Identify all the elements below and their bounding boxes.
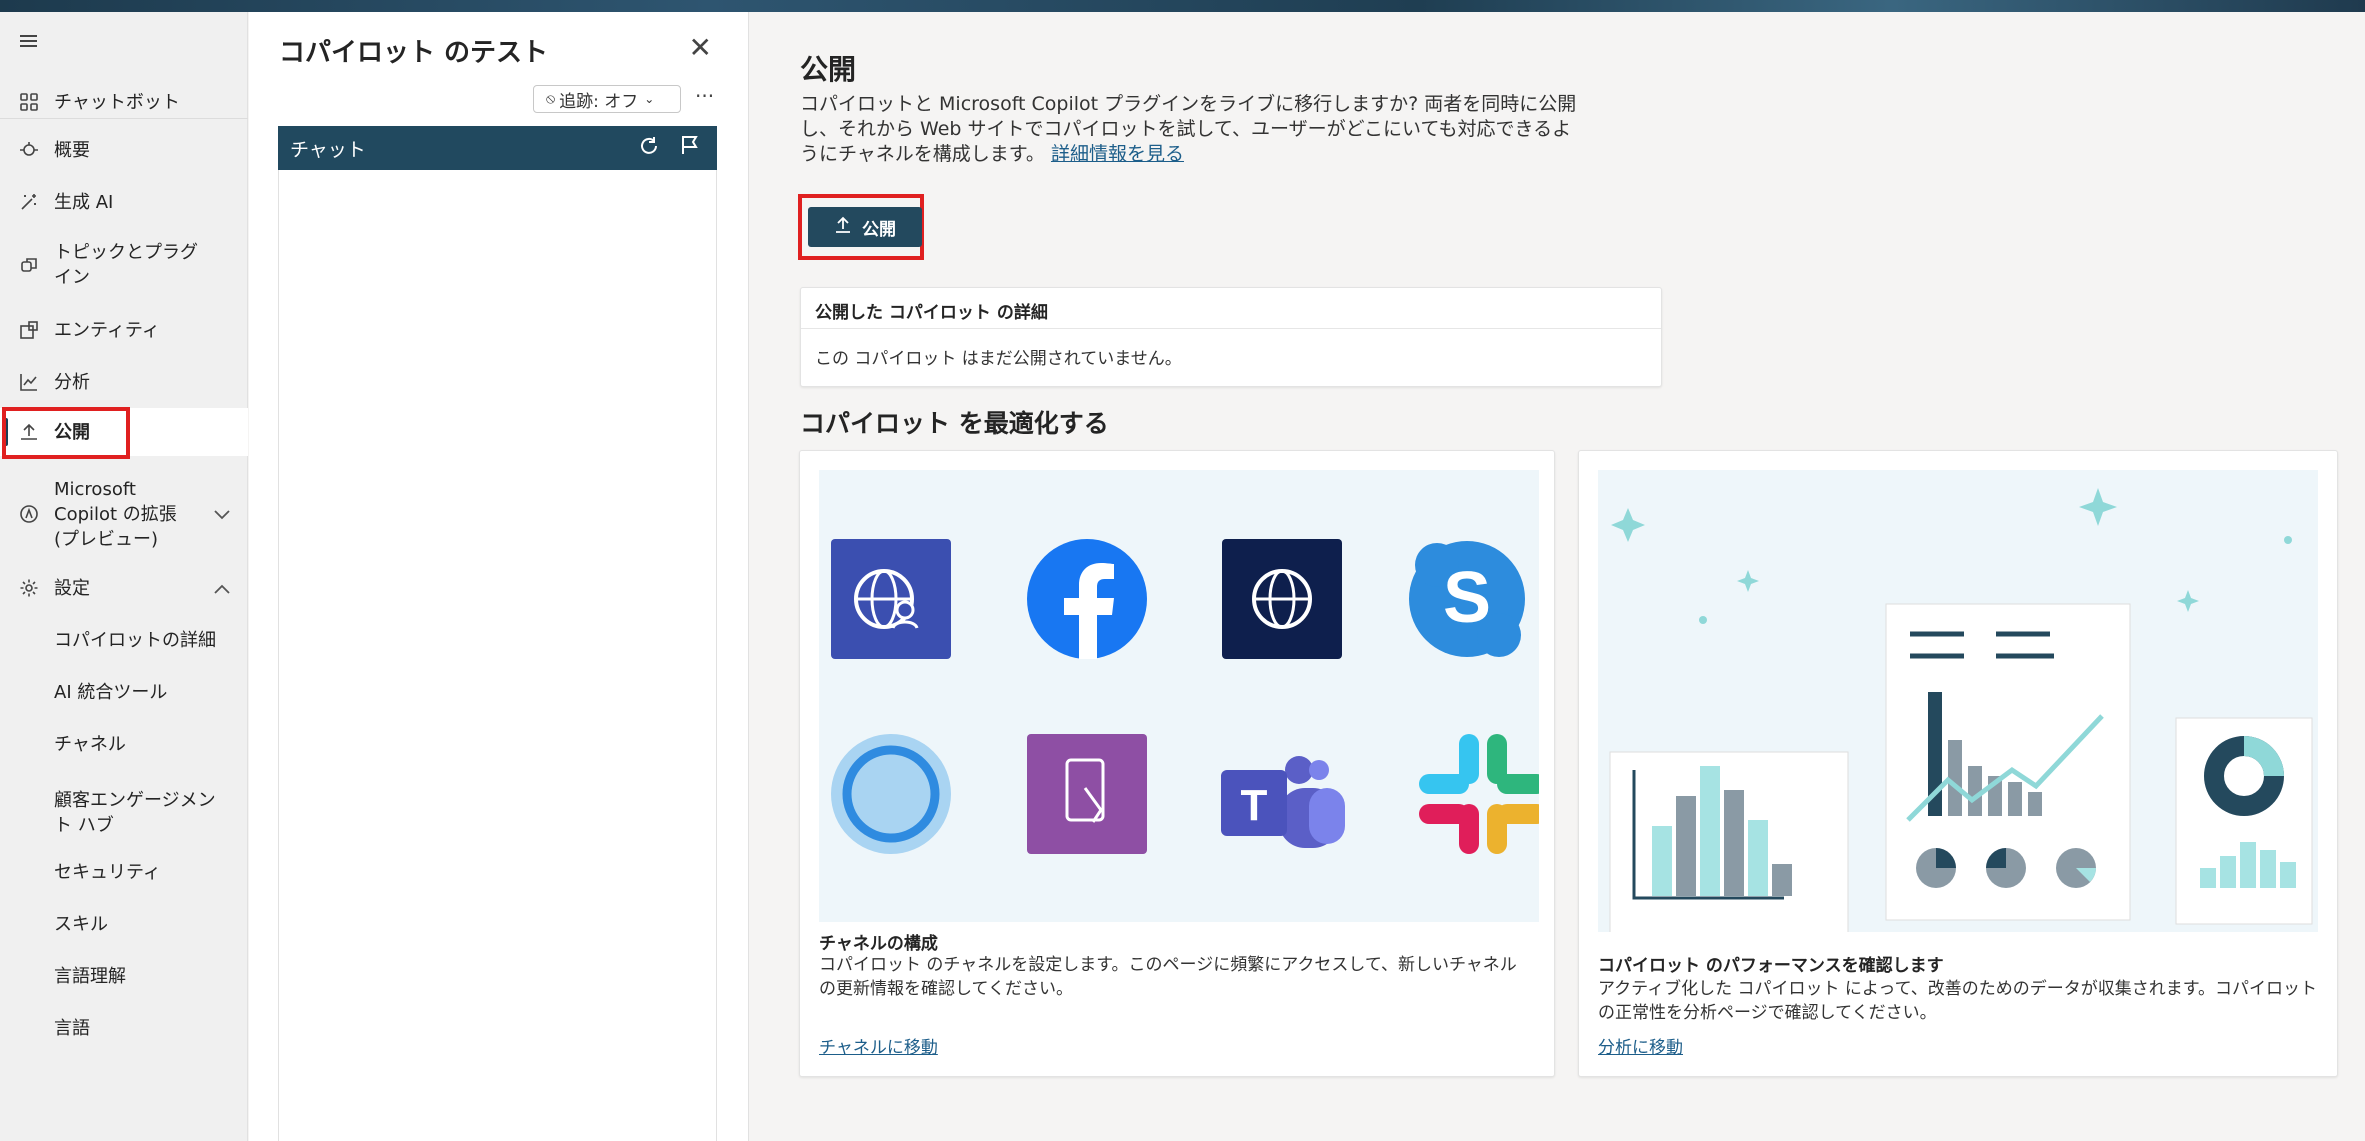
hamburger-menu-icon[interactable]: [20, 32, 40, 50]
entity-icon: [18, 319, 40, 341]
nav-item-generative-ai[interactable]: 生成 AI: [0, 178, 248, 226]
panel-title: コパイロット のテスト: [279, 38, 549, 68]
details-title: 公開した コパイロット の詳細: [815, 303, 1048, 323]
flag-icon[interactable]: [679, 134, 701, 162]
analytics-card: コパイロット のパフォーマンスを確認します アクティブ化した コパイロット によ…: [1578, 450, 2338, 1077]
chat-area[interactable]: [278, 170, 717, 1141]
donut-card: [2175, 717, 2313, 925]
nav-label: 概要: [54, 139, 90, 161]
nav-item-overview[interactable]: 概要: [0, 126, 248, 174]
nav-label: 設定: [54, 577, 90, 599]
close-icon[interactable]: ✕: [689, 34, 712, 62]
tracking-label: 追跡: オフ: [559, 91, 639, 112]
svg-text:T: T: [1241, 781, 1268, 830]
tracking-toggle[interactable]: ⦸ 追跡: オフ ⌄: [533, 85, 681, 113]
nav-item-analytics[interactable]: 分析: [0, 358, 248, 406]
svg-text:S: S: [1443, 558, 1491, 638]
description-text: コパイロットと Microsoft Copilot プラグインをライブに移行しま…: [800, 93, 1577, 165]
nav-label: 生成 AI: [54, 191, 114, 213]
nav-subitem-ai-tools[interactable]: AI 統合ツール: [0, 668, 248, 716]
nav-label: コパイロットの詳細: [54, 629, 216, 651]
upload-icon: [834, 216, 852, 239]
nav-item-topics-plugins[interactable]: トピックとプラグイン: [0, 234, 248, 296]
highlight-box-nav-publish: [2, 407, 130, 459]
facebook-icon: [1027, 539, 1147, 659]
bar-chart-card: [1609, 751, 1849, 932]
nav-subitem-engagement-hub[interactable]: 顧客エンゲージメント ハブ: [0, 782, 248, 844]
skype-icon: S: [1409, 541, 1525, 657]
magic-wand-icon: [18, 191, 40, 213]
card-description: コパイロット のチャネルを設定します。このページに頻繁にアクセスして、新しいチャ…: [819, 955, 1517, 999]
report-card: [1885, 603, 2131, 921]
nav-subitem-skills[interactable]: スキル: [0, 900, 248, 948]
refresh-icon[interactable]: [637, 134, 661, 164]
nav-label: スキル: [54, 913, 108, 935]
nav-label: AI 統合ツール: [54, 681, 168, 703]
top-banner: [0, 0, 2365, 12]
teams-icon: T: [1221, 756, 1345, 848]
website-icon: [831, 539, 951, 659]
nav-subitem-channels[interactable]: チャネル: [0, 720, 248, 768]
main-content: 公開 コパイロットと Microsoft Copilot プラグインをライブに移…: [750, 12, 2365, 1141]
nav-label: 言語理解: [54, 965, 126, 987]
divider: [801, 328, 1661, 329]
mobile-app-icon: [1027, 734, 1147, 854]
analytics-illustration: [1598, 470, 2318, 932]
card-title: チャネルの構成: [819, 934, 938, 954]
nav-label: 顧客エンゲージメント ハブ: [54, 790, 216, 836]
blocked-icon: ⦸: [546, 91, 556, 107]
chevron-down-icon[interactable]: [214, 504, 230, 525]
go-to-analytics-link[interactable]: 分析に移動: [1598, 1033, 1683, 1058]
gear-icon: [18, 577, 40, 599]
more-options-icon[interactable]: ···: [695, 84, 714, 108]
nav-item-copilot-extension[interactable]: Microsoft Copilot の拡張 (プレビュー): [0, 472, 248, 556]
publish-button-label: 公開: [862, 219, 896, 240]
optimize-title: コパイロット を最適化する: [800, 409, 1109, 438]
nav-label: Microsoft Copilot の拡張 (プレビュー): [54, 478, 177, 550]
nav-item-entities[interactable]: エンティティ: [0, 306, 248, 354]
left-nav: チャットボット 概要 生成 AI トピックとプラグイン エンティティ 分析 公開…: [0, 12, 248, 1141]
learn-more-link[interactable]: 詳細情報を見る: [1051, 143, 1184, 165]
page-title: 公開: [800, 53, 857, 86]
card-title: コパイロット のパフォーマンスを確認します: [1598, 956, 1944, 976]
channels-illustration: S T: [819, 470, 1539, 922]
nav-label: セキュリティ: [54, 861, 161, 883]
test-copilot-panel: コパイロット のテスト ✕ ⦸ 追跡: オフ ⌄ ··· チャット: [249, 12, 749, 1141]
card-description: アクティブ化した コパイロット によって、改善のためのデータが収集されます。コパ…: [1598, 979, 2318, 1023]
chart-icon: [18, 371, 40, 393]
cortana-icon: [831, 734, 951, 854]
nav-subitem-language[interactable]: 言語: [0, 1004, 248, 1052]
nav-label: 言語: [54, 1017, 90, 1039]
nav-label: エンティティ: [54, 319, 160, 341]
chevron-up-icon[interactable]: [214, 578, 230, 599]
chat-label: チャット: [290, 138, 366, 161]
page-description: コパイロットと Microsoft Copilot プラグインをライブに移行しま…: [800, 92, 1580, 167]
overview-icon: [18, 139, 40, 161]
chevron-down-icon: ⌄: [644, 92, 655, 106]
web-globe-icon: [1222, 539, 1342, 659]
slack-icon: [1419, 734, 1539, 854]
topics-icon: [18, 254, 40, 276]
nav-divider: [0, 118, 248, 119]
publish-button[interactable]: 公開: [808, 207, 922, 247]
published-details-card: 公開した コパイロット の詳細 この コパイロット はまだ公開されていません。: [800, 287, 1662, 387]
details-text: この コパイロット はまだ公開されていません。: [815, 349, 1182, 369]
nav-item-settings[interactable]: 設定: [0, 564, 248, 612]
nav-subitem-language-understanding[interactable]: 言語理解: [0, 952, 248, 1000]
nav-subitem-copilot-details[interactable]: コパイロットの詳細: [0, 616, 248, 664]
nav-label: チャットボット: [54, 91, 180, 113]
nav-subitem-security[interactable]: セキュリティ: [0, 848, 248, 896]
chat-header: チャット: [278, 126, 717, 170]
channels-card: S T チャネルの構成 コパイロット のチャネルを設定します。このページに頻繁に…: [799, 450, 1555, 1077]
nav-label: トピックとプラグイン: [54, 242, 198, 288]
go-to-channels-link[interactable]: チャネルに移動: [819, 1033, 938, 1058]
copilot-icon: [18, 503, 40, 525]
nav-label: チャネル: [54, 733, 126, 755]
nav-label: 分析: [54, 371, 90, 393]
grid-icon: [18, 91, 40, 113]
